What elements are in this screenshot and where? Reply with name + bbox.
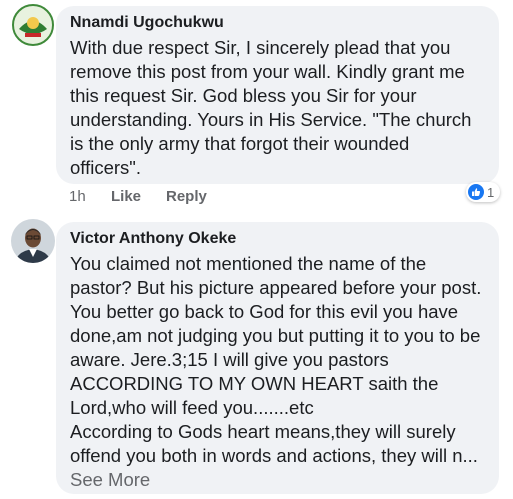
comment-text-main: You claimed not mentioned the name of th… <box>70 253 482 418</box>
comment-author[interactable]: Nnamdi Ugochukwu <box>70 12 485 34</box>
see-more-link[interactable]: See More <box>70 469 150 490</box>
comment-bubble: Nnamdi Ugochukwu With due respect Sir, I… <box>56 6 499 184</box>
avatar-nnamdi[interactable] <box>11 3 55 47</box>
comment-text-continued: According to Gods heart means,they will … <box>70 421 478 466</box>
comment-timestamp[interactable]: 1h <box>69 188 86 205</box>
comment-text: With due respect Sir, I sincerely plead … <box>70 37 472 178</box>
comment-text: You claimed not mentioned the name of th… <box>70 252 485 492</box>
reaction-count: 1 <box>487 184 495 200</box>
thumbs-up-icon <box>468 184 484 200</box>
reaction-badge[interactable]: 1 <box>466 182 501 202</box>
like-button[interactable]: Like <box>111 188 141 205</box>
reply-button[interactable]: Reply <box>166 188 207 205</box>
comment-author[interactable]: Victor Anthony Okeke <box>70 228 485 250</box>
avatar-victor[interactable] <box>11 219 55 263</box>
comment-actions: 1h Like Reply <box>0 188 513 208</box>
comment-bubble: Victor Anthony Okeke You claimed not men… <box>56 222 499 494</box>
